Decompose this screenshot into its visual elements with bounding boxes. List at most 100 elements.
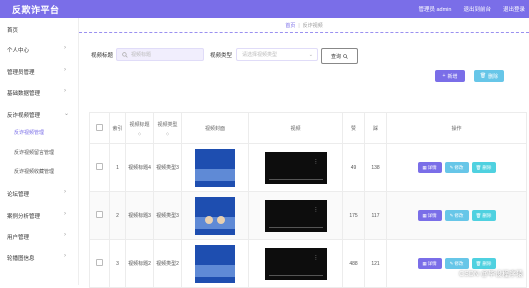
row-dislikes: 121 bbox=[364, 239, 387, 288]
header-likes[interactable]: 赞 bbox=[342, 112, 365, 144]
trash-icon: 🗑 bbox=[479, 73, 487, 79]
row-ops: ▦ 详情 ✎ 修改 🗑 删除 bbox=[386, 239, 527, 288]
detail-icon: ▦ bbox=[422, 164, 427, 170]
sidebar-item-forum[interactable]: 论坛管理 bbox=[7, 190, 29, 198]
chevron-icon: › bbox=[64, 67, 66, 73]
row-index: 2 bbox=[109, 191, 126, 240]
breadcrumb-separator: | bbox=[298, 23, 300, 29]
app-title: 反欺诈平台 bbox=[12, 4, 60, 15]
row-checkbox[interactable] bbox=[96, 211, 103, 218]
sidebar-subitem-video[interactable]: 反诈视频管理 bbox=[14, 129, 44, 136]
sidebar-item-basic-data[interactable]: 基础数据管理 bbox=[7, 89, 40, 97]
row-dislikes: 138 bbox=[364, 143, 387, 192]
row-title: 视频标题2 bbox=[125, 239, 154, 288]
row-cover-cell bbox=[181, 143, 249, 192]
row-checkbox[interactable] bbox=[96, 163, 103, 170]
sidebar-subitem-favorites[interactable]: 反诈视频收藏管理 bbox=[14, 168, 54, 175]
edit-icon: ✎ bbox=[449, 260, 454, 266]
row-checkbox[interactable] bbox=[96, 259, 103, 266]
sidebar-item-admin[interactable]: 管理员管理 bbox=[7, 68, 35, 76]
sidebar-item-users[interactable]: 用户管理 bbox=[7, 233, 29, 241]
sidebar-item-video[interactable]: 反诈视频管理 bbox=[7, 111, 40, 119]
sidebar-item-home[interactable]: 首页 bbox=[7, 26, 18, 34]
header-video-label: 视频 bbox=[290, 125, 301, 132]
main-content: 首页 | 反诈视频 视频标题 视频标题 视频类型 请选择视频类型 ⌄ 查询 + 新增… bbox=[79, 18, 529, 288]
top-bar: 反欺诈平台 管理员 admin 退出到前台 退出登录 bbox=[0, 0, 529, 18]
row-index: 3 bbox=[109, 239, 126, 288]
sort-icon[interactable]: ◇ bbox=[154, 131, 181, 136]
detail-icon: ▦ bbox=[422, 260, 427, 266]
edit-icon: ✎ bbox=[449, 212, 454, 218]
delete-button[interactable]: 🗑 删除 bbox=[471, 162, 496, 173]
more-icon: ⋮ bbox=[313, 158, 319, 165]
header-dislikes-label: 踩 bbox=[372, 125, 378, 132]
video-cover-image[interactable] bbox=[195, 196, 235, 235]
detail-button[interactable]: ▦ 详情 bbox=[417, 258, 442, 269]
row-title: 视频标题3 bbox=[125, 191, 154, 240]
chevron-icon: › bbox=[64, 232, 66, 238]
row-select-cell bbox=[89, 239, 110, 288]
row-ops: ▦ 详情 ✎ 修改 🗑 删除 bbox=[386, 191, 527, 240]
more-icon: ⋮ bbox=[313, 206, 319, 213]
header-dislikes[interactable]: 踩 bbox=[364, 112, 387, 144]
row-select-cell bbox=[89, 191, 110, 240]
add-button[interactable]: + 新增 bbox=[435, 70, 465, 82]
batch-delete-button[interactable]: 🗑 删除 bbox=[474, 70, 504, 82]
detail-button[interactable]: ▦ 详情 bbox=[417, 162, 442, 173]
breadcrumb-home[interactable]: 首页 bbox=[285, 23, 295, 29]
more-icon: ⋮ bbox=[313, 254, 319, 261]
front-link[interactable]: 退出到前台 bbox=[463, 5, 491, 13]
row-video-cell: ⋮ bbox=[248, 143, 343, 192]
header-index-label: 索引 bbox=[112, 125, 123, 132]
sidebar-item-profile[interactable]: 个人中心 bbox=[7, 46, 29, 54]
row-type: 视频类型2 bbox=[153, 239, 182, 288]
logout-link[interactable]: 退出登录 bbox=[503, 5, 525, 13]
sidebar-item-cases[interactable]: 案例分析管理 bbox=[7, 212, 40, 220]
chevron-icon: › bbox=[64, 253, 66, 259]
query-button[interactable]: 查询 bbox=[321, 48, 358, 64]
edit-button[interactable]: ✎ 修改 bbox=[444, 162, 469, 173]
sidebar-item-carousel[interactable]: 轮播图信息 bbox=[7, 254, 35, 262]
breadcrumb-current: 反诈视频 bbox=[302, 23, 323, 29]
row-title: 视频标题4 bbox=[125, 143, 154, 192]
progress-bar bbox=[268, 226, 323, 228]
row-cover-cell bbox=[181, 191, 249, 240]
chevron-icon: › bbox=[64, 45, 66, 51]
detail-label: 详情 bbox=[427, 164, 437, 170]
edit-button[interactable]: ✎ 修改 bbox=[444, 210, 469, 221]
edit-button[interactable]: ✎ 修改 bbox=[444, 258, 469, 269]
chevron-down-icon: ⌄ bbox=[308, 51, 313, 58]
delete-button[interactable]: 🗑 删除 bbox=[471, 258, 496, 269]
type-select-placeholder: 请选择视频类型 bbox=[242, 52, 278, 58]
select-all-checkbox[interactable] bbox=[96, 123, 103, 131]
title-search-input[interactable]: 视频标题 bbox=[116, 48, 204, 61]
detail-label: 详情 bbox=[427, 260, 437, 266]
search-icon bbox=[122, 51, 128, 58]
header-title[interactable]: 视频标题 ◇ bbox=[125, 112, 154, 144]
trash-icon: 🗑 bbox=[475, 212, 482, 218]
video-cover-image[interactable] bbox=[195, 244, 235, 283]
video-player[interactable]: ⋮ bbox=[264, 151, 327, 184]
row-ops: ▦ 详情 ✎ 修改 🗑 删除 bbox=[386, 143, 527, 192]
header-title-label: 视频标题 bbox=[129, 121, 150, 128]
sort-icon[interactable]: ◇ bbox=[126, 131, 153, 136]
header-type[interactable]: 视频类型 ◇ bbox=[153, 112, 182, 144]
detail-button[interactable]: ▦ 详情 bbox=[417, 210, 442, 221]
header-ops-label: 操作 bbox=[451, 125, 462, 132]
video-player[interactable]: ⋮ bbox=[264, 247, 327, 280]
detail-icon: ▦ bbox=[422, 212, 427, 218]
delete-label: 删除 bbox=[482, 212, 492, 218]
video-cover-image[interactable] bbox=[195, 148, 235, 187]
edit-label: 修改 bbox=[454, 212, 464, 218]
row-video-cell: ⋮ bbox=[248, 239, 343, 288]
table-row: 3 视频标题2 视频类型2 ⋮ 488 121 ▦ 详情 ✎ 修改 🗑 删除 bbox=[89, 239, 527, 288]
admin-label: 管理员 admin bbox=[418, 7, 452, 13]
detail-label: 详情 bbox=[427, 212, 437, 218]
video-player[interactable]: ⋮ bbox=[264, 199, 327, 232]
header-video: 视频 bbox=[248, 112, 343, 144]
table-row: 2 视频标题3 视频类型3 ⋮ 175 117 ▦ 详情 ✎ 修改 🗑 删除 bbox=[89, 191, 527, 240]
watermark: CSDN @毕设程序猿 bbox=[459, 271, 523, 278]
type-select[interactable]: 请选择视频类型 ⌄ bbox=[236, 48, 318, 61]
sidebar-subitem-comments[interactable]: 反诈视频留言管理 bbox=[14, 149, 54, 156]
delete-button[interactable]: 🗑 删除 bbox=[471, 210, 496, 221]
